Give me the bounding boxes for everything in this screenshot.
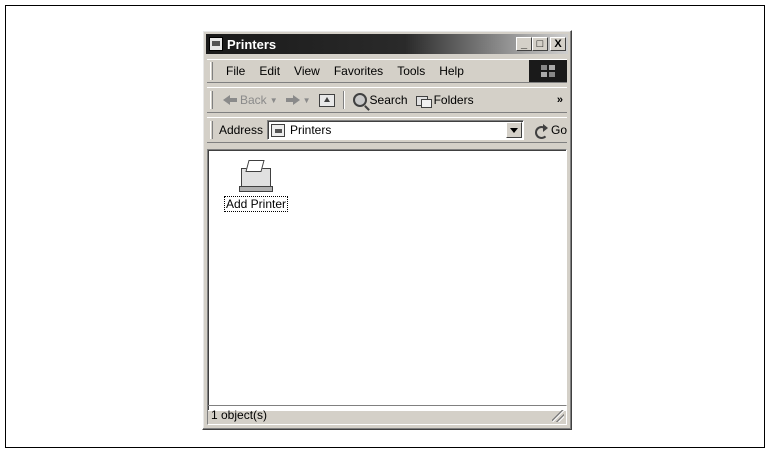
menu-file[interactable]: File bbox=[219, 64, 252, 78]
address-label: Address bbox=[218, 123, 263, 137]
menu-edit[interactable]: Edit bbox=[252, 64, 287, 78]
back-button[interactable]: Back ▼ bbox=[219, 93, 282, 107]
forward-button[interactable]: ▼ bbox=[282, 95, 315, 105]
status-bar: 1 object(s) bbox=[207, 405, 567, 425]
address-bar: Address Printers Go bbox=[207, 117, 567, 143]
status-text: 1 object(s) bbox=[211, 408, 268, 422]
resize-grip-icon[interactable] bbox=[552, 410, 564, 422]
menu-view[interactable]: View bbox=[287, 64, 327, 78]
go-label: Go bbox=[550, 123, 567, 137]
toolbar-grip[interactable] bbox=[210, 91, 213, 109]
search-button[interactable]: Search bbox=[349, 93, 412, 107]
printers-window: Printers _ □ X File Edit View Favorites … bbox=[202, 30, 572, 430]
folders-button[interactable]: Folders bbox=[412, 93, 478, 108]
folders-icon bbox=[415, 94, 432, 108]
go-arrow-icon bbox=[534, 123, 548, 139]
close-button[interactable]: X bbox=[550, 37, 566, 51]
windows-logo-icon bbox=[529, 60, 567, 82]
folders-label: Folders bbox=[433, 93, 474, 107]
title-bar[interactable]: Printers _ □ X bbox=[206, 34, 568, 54]
add-printer-item[interactable]: Add Printer bbox=[220, 158, 292, 212]
toolbar-overflow-chevron-icon[interactable]: » bbox=[557, 94, 567, 106]
add-printer-icon bbox=[239, 158, 273, 194]
up-folder-icon bbox=[318, 93, 335, 107]
maximize-button[interactable]: □ bbox=[532, 37, 548, 51]
back-label: Back bbox=[240, 93, 267, 107]
search-icon bbox=[352, 93, 367, 107]
address-dropdown-button[interactable] bbox=[505, 122, 522, 138]
go-button[interactable]: Go bbox=[534, 123, 567, 139]
toolbar-separator bbox=[342, 91, 345, 109]
search-label: Search bbox=[369, 93, 408, 107]
forward-arrow-icon bbox=[285, 95, 300, 105]
address-value: Printers bbox=[289, 123, 332, 137]
file-view[interactable]: Add Printer bbox=[207, 149, 567, 411]
menu-help[interactable]: Help bbox=[432, 64, 471, 78]
window-controls: _ □ X bbox=[516, 37, 566, 51]
forward-dropdown-icon[interactable]: ▼ bbox=[303, 96, 311, 105]
address-grip[interactable] bbox=[210, 121, 213, 139]
address-input[interactable]: Printers bbox=[266, 120, 524, 140]
printers-folder-icon bbox=[209, 37, 223, 51]
minimize-button[interactable]: _ bbox=[516, 37, 532, 51]
menu-bar: File Edit View Favorites Tools Help bbox=[207, 59, 567, 83]
back-arrow-icon bbox=[223, 95, 237, 105]
add-printer-label: Add Printer bbox=[223, 196, 289, 212]
menu-favorites[interactable]: Favorites bbox=[327, 64, 390, 78]
menu-grip[interactable] bbox=[210, 62, 213, 80]
menu-tools[interactable]: Tools bbox=[390, 64, 432, 78]
up-button[interactable] bbox=[315, 93, 339, 107]
back-dropdown-icon[interactable]: ▼ bbox=[270, 96, 278, 105]
window-title: Printers bbox=[227, 36, 277, 52]
standard-toolbar: Back ▼ ▼ Search Folders » bbox=[207, 87, 567, 113]
printers-folder-icon bbox=[270, 123, 285, 137]
